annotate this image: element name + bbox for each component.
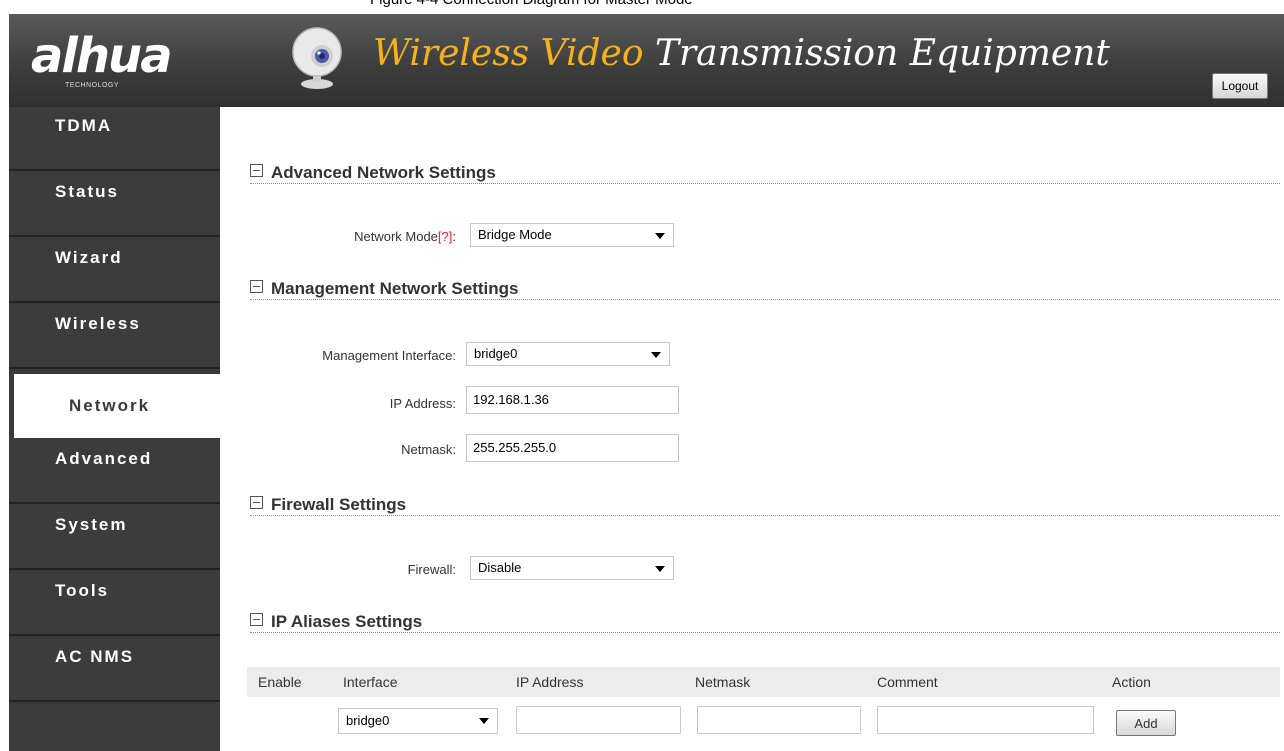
brand-logo: alhua TECHNOLOGY — [31, 28, 173, 90]
ip-address-label: IP Address: — [389, 396, 456, 411]
column-header-interface: Interface — [343, 674, 398, 690]
collapse-icon[interactable] — [250, 613, 263, 626]
section-divider — [250, 515, 1280, 516]
app-title: Wireless Video Transmission Equipment — [373, 33, 1110, 74]
section-title-label: IP Aliases Settings — [271, 612, 423, 631]
chevron-down-icon — [651, 352, 661, 358]
sidebar-item-tools[interactable]: Tools — [9, 572, 220, 636]
section-title-label: Advanced Network Settings — [271, 163, 496, 182]
chevron-down-icon — [655, 233, 665, 239]
column-header-ip-address: IP Address — [516, 674, 584, 690]
section-title-label: Management Network Settings — [271, 279, 519, 298]
figure-caption: Figure 4-4 Connection Diagram for Master… — [370, 0, 693, 8]
collapse-icon[interactable] — [250, 280, 263, 293]
netmask-field[interactable]: 255.255.255.0 — [466, 434, 679, 462]
sidebar-item-system[interactable]: System — [9, 506, 220, 570]
firewall-value: Disable — [478, 560, 522, 575]
webcam-icon — [292, 27, 342, 89]
collapse-icon[interactable] — [250, 496, 263, 509]
alias-interface-select[interactable]: bridge0 — [338, 708, 498, 734]
section-management-network[interactable]: Management Network Settings — [250, 279, 519, 299]
caption-crop: Figure 4-4 Connection Diagram for Master… — [0, 0, 1284, 14]
ip-address-field[interactable]: 192.168.1.36 — [466, 386, 679, 414]
sidebar-nav: TDMA Status Wizard Wireless Network Adva… — [9, 107, 220, 751]
firewall-select[interactable]: Disable — [470, 556, 674, 580]
sidebar-item-status[interactable]: Status — [9, 173, 220, 237]
chevron-down-icon — [479, 718, 489, 724]
sidebar-item-advanced[interactable]: Advanced — [9, 440, 220, 504]
netmask-label: Netmask: — [401, 442, 456, 457]
alias-netmask-field[interactable] — [697, 706, 861, 734]
logo-tagline: TECHNOLOGY — [65, 82, 120, 89]
section-divider — [250, 299, 1280, 300]
logout-button[interactable]: Logout — [1212, 73, 1268, 99]
alias-interface-value: bridge0 — [346, 713, 390, 728]
column-header-comment: Comment — [877, 674, 938, 690]
main-content: Advanced Network Settings Network Mode[?… — [220, 107, 1284, 751]
app-title-highlight: Wireless Video — [373, 33, 644, 74]
add-alias-button[interactable]: Add — [1116, 710, 1176, 736]
help-link[interactable]: [?] — [438, 229, 452, 244]
network-mode-select[interactable]: Bridge Mode — [470, 223, 674, 247]
column-header-enable: Enable — [258, 674, 302, 690]
sidebar-item-empty — [9, 704, 220, 751]
firewall-label: Firewall: — [407, 562, 456, 577]
section-ip-aliases[interactable]: IP Aliases Settings — [250, 612, 422, 632]
section-advanced-network[interactable]: Advanced Network Settings — [250, 163, 496, 183]
table-header: Enable Interface IP Address Netmask Comm… — [247, 667, 1280, 697]
alias-ip-address-field[interactable] — [516, 706, 681, 734]
column-header-action: Action — [1112, 674, 1151, 690]
network-mode-label: Network Mode[?]: — [290, 229, 456, 244]
alias-comment-field[interactable] — [877, 706, 1094, 734]
management-interface-label: Management Interface: — [322, 348, 456, 363]
sidebar-item-wizard[interactable]: Wizard — [9, 239, 220, 303]
header-bar: alhua TECHNOLOGY Wireless Video Transmis… — [9, 14, 1284, 107]
management-interface-select[interactable]: bridge0 — [466, 342, 670, 366]
sidebar-item-tdma[interactable]: TDMA — [9, 107, 220, 171]
app-title-rest: Transmission Equipment — [643, 33, 1110, 74]
sidebar-item-wireless[interactable]: Wireless — [9, 305, 220, 369]
collapse-icon[interactable] — [250, 164, 263, 177]
sidebar-item-ac-nms[interactable]: AC NMS — [9, 638, 220, 702]
logo-wordmark: alhua — [31, 28, 173, 84]
network-mode-text: Network Mode — [354, 229, 438, 244]
section-firewall[interactable]: Firewall Settings — [250, 495, 406, 515]
page-margin — [0, 0, 9, 751]
management-interface-value: bridge0 — [474, 346, 518, 361]
sidebar-item-network[interactable]: Network — [14, 374, 220, 438]
section-divider — [250, 632, 1280, 633]
network-mode-value: Bridge Mode — [478, 227, 552, 242]
section-title-label: Firewall Settings — [271, 495, 407, 514]
label-colon: : — [452, 229, 456, 244]
section-divider — [250, 183, 1280, 184]
chevron-down-icon — [655, 566, 665, 572]
column-header-netmask: Netmask — [695, 674, 751, 690]
